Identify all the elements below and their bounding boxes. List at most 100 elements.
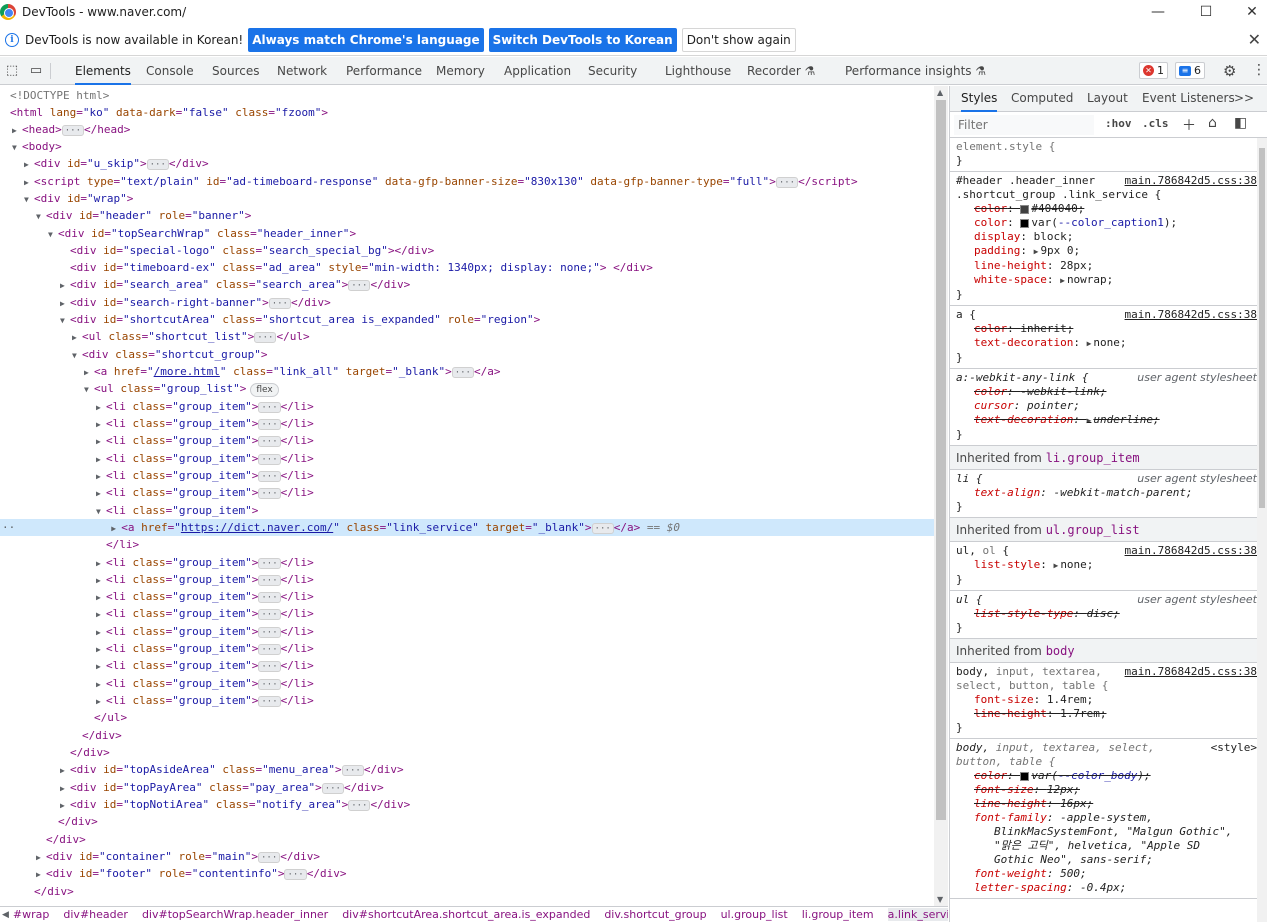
style-rule[interactable]: main.786842d5.css:38 ul, ol { list-style…: [950, 542, 1267, 591]
dom-node[interactable]: ▶ <li class="group_item"> ··· </li>: [0, 554, 934, 571]
message-count-badge[interactable]: ≡ 6: [1175, 62, 1205, 79]
scroll-down-icon[interactable]: ▼: [937, 895, 943, 904]
dont-show-again-button[interactable]: Don't show again: [681, 27, 796, 52]
breadcrumb-item[interactable]: div#shortcutArea.shortcut_area.is_expand…: [342, 908, 590, 921]
toggle-sidebar-icon[interactable]: ◧: [1234, 115, 1247, 131]
error-count-badge[interactable]: ✕ 1: [1139, 62, 1168, 79]
css-property[interactable]: white-space: ▶ nowrap;: [956, 273, 1261, 288]
css-property[interactable]: line-height: 16px;: [956, 797, 1261, 811]
dom-node[interactable]: ▶ <ul class="shortcut_list"> ··· </ul>: [0, 328, 934, 345]
dom-node[interactable]: ▼ <div class="shortcut_group">: [0, 346, 934, 363]
css-property[interactable]: color: var(--color_caption1);: [956, 216, 1261, 230]
tab-console[interactable]: Console: [146, 57, 194, 85]
style-rule[interactable]: user agent stylesheet li { text-align: -…: [950, 470, 1267, 518]
css-property[interactable]: font-size: 1.4rem;: [956, 693, 1261, 707]
css-property[interactable]: text-decoration: ▶ none;: [956, 336, 1261, 351]
dom-node[interactable]: ▼ <body>: [0, 138, 934, 155]
css-property[interactable]: font-family: -apple-system,: [956, 811, 1261, 825]
dom-node[interactable]: ▶ <div id="container" role="main"> ··· </di…: [0, 848, 934, 865]
dom-node[interactable]: <div id="timeboard-ex" class="ad_area" s…: [0, 259, 934, 276]
css-property[interactable]: text-align: -webkit-match-parent;: [956, 486, 1261, 500]
more-options-icon[interactable]: ⋮: [1252, 62, 1266, 78]
dom-node[interactable]: </div>: [0, 744, 934, 761]
tab-sources[interactable]: Sources: [212, 57, 259, 85]
css-property[interactable]: color: -webkit-link;: [956, 385, 1261, 399]
more-link-href[interactable]: /more.html: [154, 365, 220, 378]
scrollbar-thumb[interactable]: [936, 100, 946, 820]
css-property[interactable]: color: #404040;: [956, 202, 1261, 216]
close-icon[interactable]: ✕: [1248, 30, 1261, 49]
elements-dom-tree[interactable]: <!DOCTYPE html> <html lang="ko" data-dar…: [0, 86, 934, 906]
tab-event-listeners[interactable]: Event Listeners: [1142, 86, 1235, 112]
elements-scrollbar[interactable]: ▲ ▼: [934, 86, 948, 906]
style-rule[interactable]: <style> body, input, textarea, select, b…: [950, 739, 1267, 899]
dom-node[interactable]: ▶ <li class="group_item"> ··· </li>: [0, 398, 934, 415]
scroll-left-icon[interactable]: ◀: [0, 910, 9, 920]
css-property[interactable]: cursor: pointer;: [956, 399, 1261, 413]
source-link[interactable]: main.786842d5.css:38: [1125, 665, 1257, 679]
dom-node[interactable]: <!DOCTYPE html>: [0, 87, 934, 104]
dom-node[interactable]: </li>: [0, 536, 934, 553]
dom-node[interactable]: ▶ <div id="topNotiArea" class="notify_are…: [0, 796, 934, 813]
breadcrumb-item[interactable]: li.group_item: [802, 908, 874, 921]
dom-node[interactable]: ▶ <li class="group_item"> ··· </li>: [0, 675, 934, 692]
css-property[interactable]: font-size: 12px;: [956, 783, 1261, 797]
close-window-button[interactable]: ✕: [1229, 0, 1267, 24]
tab-computed[interactable]: Computed: [1011, 86, 1073, 112]
inherited-from-link[interactable]: ul.group_list: [1046, 523, 1140, 537]
tab-performance[interactable]: Performance: [346, 57, 422, 85]
color-swatch[interactable]: [1020, 218, 1030, 228]
css-property[interactable]: line-height: 1.7rem;: [956, 707, 1261, 721]
filter-input[interactable]: Filter: [954, 114, 1094, 135]
style-rule[interactable]: main.786842d5.css:38 body, input, textar…: [950, 663, 1267, 739]
dom-node[interactable]: ▶ <div id="search_area" class="search_are…: [0, 276, 934, 293]
source-link[interactable]: main.786842d5.css:38: [1125, 308, 1257, 322]
element-style-rule[interactable]: element.style { }: [950, 138, 1267, 172]
style-tag-label[interactable]: <style>: [1211, 741, 1257, 755]
dom-node[interactable]: ▶ <li class="group_item"> ··· </li>: [0, 415, 934, 432]
dom-node[interactable]: ▶ <li class="group_item"> ··· </li>: [0, 484, 934, 501]
dom-node[interactable]: </div>: [0, 813, 934, 830]
dom-node[interactable]: <div id="special-logo" class="search_spe…: [0, 242, 934, 259]
dom-node[interactable]: ▶ <li class="group_item"> ··· </li>: [0, 605, 934, 622]
dom-node[interactable]: <html lang="ko" data-dark="false" class=…: [0, 104, 934, 121]
css-property[interactable]: text-decoration: ▶ underline;: [956, 413, 1261, 428]
dom-node[interactable]: ▶ <li class="group_item"> ··· </li>: [0, 657, 934, 674]
dom-node[interactable]: ▶ <li class="group_item"> ··· </li>: [0, 623, 934, 640]
dom-node[interactable]: ▶ <li class="group_item"> ··· </li>: [0, 571, 934, 588]
dom-node[interactable]: ▶ <div id="footer" role="contentinfo"> ···…: [0, 865, 934, 882]
always-match-language-button[interactable]: Always match Chrome's language: [248, 27, 484, 52]
breadcrumb-item[interactable]: div#header: [63, 908, 128, 921]
source-link[interactable]: main.786842d5.css:38: [1125, 174, 1257, 188]
dom-node[interactable]: </div>: [0, 883, 934, 900]
tab-security[interactable]: Security: [588, 57, 637, 85]
dom-node[interactable]: ▼ <div id="topSearchWrap" class="header_i…: [0, 225, 934, 242]
css-property[interactable]: display: block;: [956, 230, 1261, 244]
style-rule[interactable]: main.786842d5.css:38 a { color: inherit;…: [950, 306, 1267, 369]
new-style-rule-icon[interactable]: ＋: [1182, 115, 1196, 135]
dom-node[interactable]: ▶ <script type="text/plain" id="ad-timebo…: [0, 173, 934, 190]
paint-brush-icon[interactable]: ⌂: [1208, 115, 1217, 131]
style-rule[interactable]: user agent stylesheet ul { list-style-ty…: [950, 591, 1267, 639]
inherited-from-link[interactable]: body: [1046, 644, 1075, 658]
sidebar-scrollbar[interactable]: [1257, 138, 1267, 922]
dom-node[interactable]: ▶ <head> ··· </head>: [0, 121, 934, 138]
maximize-button[interactable]: ☐: [1183, 0, 1229, 24]
inspect-element-icon[interactable]: ⬚: [4, 63, 20, 79]
scrollbar-thumb[interactable]: [1259, 148, 1265, 508]
tab-network[interactable]: Network: [277, 57, 327, 85]
tab-lighthouse[interactable]: Lighthouse: [665, 57, 731, 85]
dom-node[interactable]: ▼ <div id="header" role="banner">: [0, 207, 934, 224]
tab-recorder[interactable]: Recorder ⚗: [747, 57, 815, 85]
css-property[interactable]: color: inherit;: [956, 322, 1261, 336]
style-rule[interactable]: main.786842d5.css:38 #header .header_inn…: [950, 172, 1267, 306]
breadcrumb-item[interactable]: ul.group_list: [721, 908, 788, 921]
css-property[interactable]: padding: ▶ 9px 0;: [956, 244, 1261, 259]
dom-node[interactable]: ▶ <li class="group_item"> ··· </li>: [0, 467, 934, 484]
dom-node[interactable]: ▶ <li class="group_item"> ··· </li>: [0, 692, 934, 709]
scroll-up-icon[interactable]: ▲: [937, 88, 943, 97]
color-swatch[interactable]: [1020, 771, 1030, 781]
dom-node[interactable]: ▶ <li class="group_item"> ··· </li>: [0, 450, 934, 467]
dom-node-selected[interactable]: ·· ▶ <a href="https://dict.naver.com/" cla…: [0, 519, 934, 536]
hover-state-toggle[interactable]: :hov: [1105, 117, 1132, 130]
